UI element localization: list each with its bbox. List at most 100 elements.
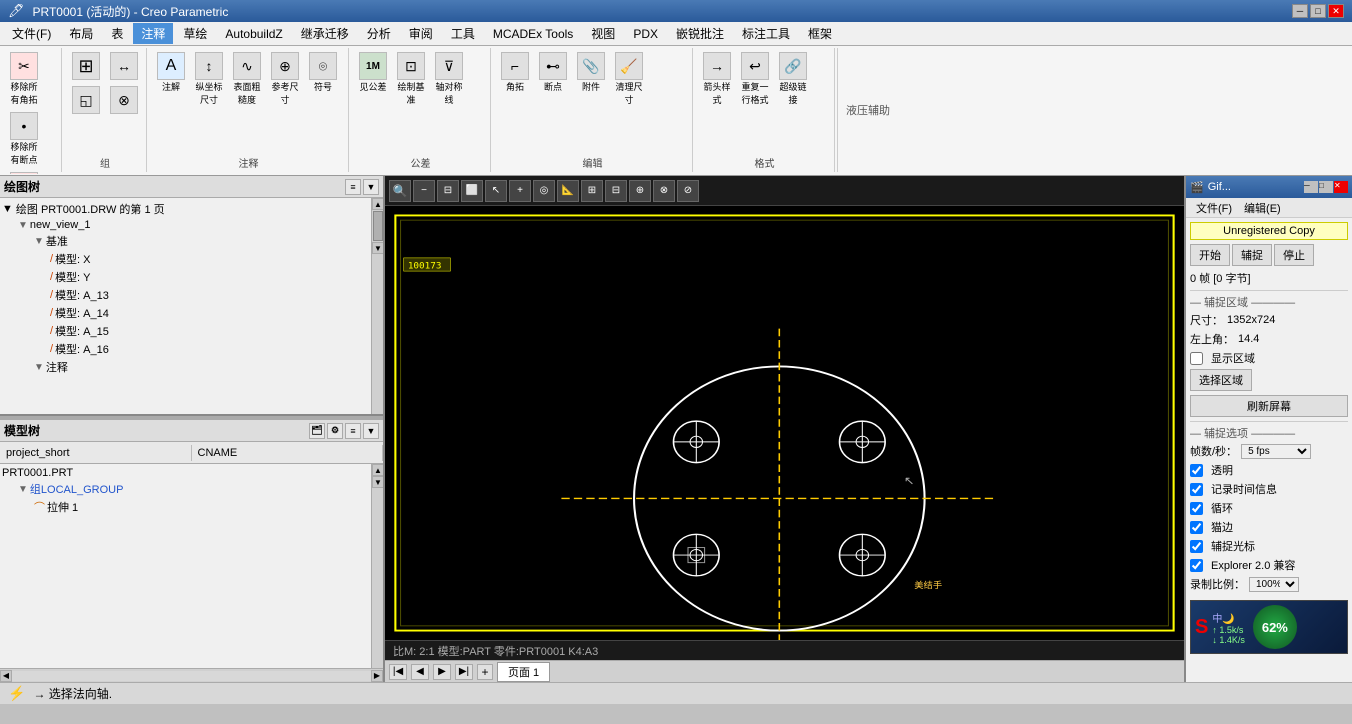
- scroll-up-btn[interactable]: ▲: [372, 198, 383, 210]
- menu-table[interactable]: 表: [103, 23, 131, 44]
- model-item-prt[interactable]: PRT0001.PRT: [2, 466, 369, 480]
- draw-datum-button[interactable]: ⊡ 绘制基准: [393, 50, 429, 108]
- add-view-btn[interactable]: ⊞: [581, 180, 603, 202]
- pan-btn[interactable]: ↖: [485, 180, 507, 202]
- tree-item-model-a16[interactable]: / 模型: A_16: [2, 340, 369, 358]
- tree-item-model-x[interactable]: / 模型: X: [2, 250, 369, 268]
- page-add-btn[interactable]: +: [477, 664, 493, 680]
- tree-item-datum[interactable]: ▼ 基准: [2, 232, 369, 250]
- explorer-checkbox[interactable]: [1190, 559, 1203, 572]
- surface-rough-button[interactable]: ∿ 表面粗糙度: [229, 50, 265, 108]
- attachment-button[interactable]: 📎 附件: [573, 50, 609, 108]
- remove-breaks-button[interactable]: • 移除所有断点: [6, 110, 42, 168]
- menu-sketch[interactable]: 草绘: [175, 23, 215, 44]
- symbol-button[interactable]: ⌾ 符号: [305, 50, 341, 108]
- timestamp-checkbox[interactable]: [1190, 483, 1203, 496]
- menu-file[interactable]: 文件(F): [4, 23, 59, 44]
- fps-select[interactable]: 5 fps 10 fps 15 fps 25 fps: [1241, 444, 1311, 459]
- scroll-right-btn[interactable]: ▶: [371, 670, 383, 682]
- gif-stop-btn[interactable]: 停止: [1274, 244, 1314, 266]
- maximize-button[interactable]: □: [1310, 4, 1326, 18]
- gif-capture-btn[interactable]: 辅捉: [1232, 244, 1272, 266]
- loop-checkbox[interactable]: [1190, 502, 1203, 515]
- tree-item-model-a13[interactable]: / 模型: A_13: [2, 286, 369, 304]
- model-scroll-up[interactable]: ▲: [372, 464, 383, 476]
- zoom-window-btn[interactable]: ⬜: [461, 180, 483, 202]
- arrow-style-button[interactable]: → 箭头样式: [699, 50, 735, 108]
- model-tree-icon1[interactable]: 🗂: [309, 423, 325, 439]
- axis-sym-button[interactable]: ⊽ 轴对称线: [431, 50, 467, 108]
- model-tree-icon3[interactable]: ≡: [345, 423, 361, 439]
- corner-edit-button[interactable]: ⌐ 角拓: [497, 50, 533, 108]
- drawing-tree-scrollbar[interactable]: ▲ ▼: [371, 198, 383, 414]
- tolerance-1m-button[interactable]: 1M 见公差: [355, 50, 391, 108]
- cancel-related-button[interactable]: ⊗: [106, 84, 142, 116]
- clean-dim-button[interactable]: 🧹 清理尺寸: [611, 50, 647, 108]
- view-related-button2[interactable]: ↔: [106, 50, 142, 82]
- model-tree-expand-icon[interactable]: ▼: [363, 423, 379, 439]
- model-tree-scrollbar[interactable]: ▲ ▼: [371, 464, 383, 668]
- tree-item-annotation[interactable]: ▼ 注释: [2, 358, 369, 376]
- menu-annotation-tool[interactable]: 嵌锐批注: [668, 23, 732, 44]
- page-tab-1[interactable]: 页面 1: [497, 662, 550, 682]
- gif-max-btn[interactable]: □: [1319, 181, 1333, 193]
- bottom-scrollbar[interactable]: ◀ ▶: [0, 668, 383, 682]
- show-area-checkbox[interactable]: [1190, 352, 1203, 365]
- tree-expand-icon[interactable]: ▼: [363, 179, 379, 195]
- cursor-checkbox[interactable]: [1190, 540, 1203, 553]
- scale-select[interactable]: 100% 75% 50%: [1249, 577, 1299, 592]
- break-point-button[interactable]: ⊷ 断点: [535, 50, 571, 108]
- tree-item-newview[interactable]: ▼ new_view_1: [2, 218, 369, 232]
- page-last-btn[interactable]: ▶|: [455, 664, 473, 680]
- select-area-btn[interactable]: 选择区域: [1190, 369, 1252, 391]
- menu-tools[interactable]: 工具: [443, 23, 483, 44]
- menu-inherit[interactable]: 继承迁移: [293, 23, 357, 44]
- model-tree-icon2[interactable]: ⚙: [327, 423, 343, 439]
- model-item-extrude[interactable]: ⌒ 拉伸 1: [2, 498, 369, 516]
- scroll-down-btn[interactable]: ▼: [372, 242, 383, 254]
- drawing-canvas[interactable]: 100173: [385, 206, 1184, 640]
- more-btn1[interactable]: ⊗: [653, 180, 675, 202]
- ordinate-dim-button[interactable]: ↕ 纵坐标尺寸: [191, 50, 227, 108]
- related-view-button[interactable]: ◱: [68, 84, 104, 116]
- menu-mcadex[interactable]: MCADEx Tools: [485, 25, 581, 43]
- delete-button[interactable]: ✕ 删除: [6, 170, 42, 174]
- tree-item-drawing[interactable]: ▼ 绘图 PRT0001.DRW 的第 1 页: [2, 200, 369, 218]
- draw-group-button[interactable]: ⊞: [68, 50, 104, 82]
- refresh-screen-btn[interactable]: 刷新屏幕: [1190, 395, 1348, 417]
- hyperlink-button[interactable]: 🔗 超级链接: [775, 50, 811, 108]
- zoom-out-btn[interactable]: −: [413, 180, 435, 202]
- gif-start-btn[interactable]: 开始: [1190, 244, 1230, 266]
- remove-corners-button[interactable]: ✂ 移除所有角拓: [6, 50, 42, 108]
- close-button[interactable]: ✕: [1328, 4, 1344, 18]
- page-prev-btn[interactable]: ◀: [411, 664, 429, 680]
- zoom-in-btn[interactable]: 🔍: [389, 180, 411, 202]
- menu-analysis[interactable]: 分析: [359, 23, 399, 44]
- menu-frame[interactable]: 框架: [800, 23, 840, 44]
- remove-view-btn[interactable]: ⊟: [605, 180, 627, 202]
- tree-item-model-a15[interactable]: / 模型: A_15: [2, 322, 369, 340]
- menu-annotation[interactable]: 注释: [133, 23, 173, 44]
- center-btn[interactable]: ◎: [533, 180, 555, 202]
- menu-label-tool[interactable]: 标注工具: [734, 23, 798, 44]
- menu-view[interactable]: 视图: [583, 23, 623, 44]
- minimize-button[interactable]: ─: [1292, 4, 1308, 18]
- ref-dim-button[interactable]: ⊕ 参考尺寸: [267, 50, 303, 108]
- page-first-btn[interactable]: |◀: [389, 664, 407, 680]
- tree-item-model-a14[interactable]: / 模型: A_14: [2, 304, 369, 322]
- menu-pdx[interactable]: PDX: [625, 25, 666, 43]
- page-next-btn[interactable]: ▶: [433, 664, 451, 680]
- trim-checkbox[interactable]: [1190, 521, 1203, 534]
- zoom-fit-btn[interactable]: ⊟: [437, 180, 459, 202]
- scroll-left-btn[interactable]: ◀: [0, 670, 12, 682]
- gif-menu-file[interactable]: 文件(F): [1190, 198, 1238, 218]
- view-options-btn[interactable]: ⊕: [629, 180, 651, 202]
- scroll-thumb[interactable]: [373, 211, 383, 241]
- transparent-checkbox[interactable]: [1190, 464, 1203, 477]
- menu-review[interactable]: 审阅: [401, 23, 441, 44]
- measure-btn[interactable]: 📐: [557, 180, 579, 202]
- model-item-local-group[interactable]: ▼ 组LOCAL_GROUP: [2, 480, 369, 498]
- annotation-note-button[interactable]: A 注解: [153, 50, 189, 108]
- gif-min-btn[interactable]: ─: [1304, 181, 1318, 193]
- gif-close-btn[interactable]: ✕: [1334, 181, 1348, 193]
